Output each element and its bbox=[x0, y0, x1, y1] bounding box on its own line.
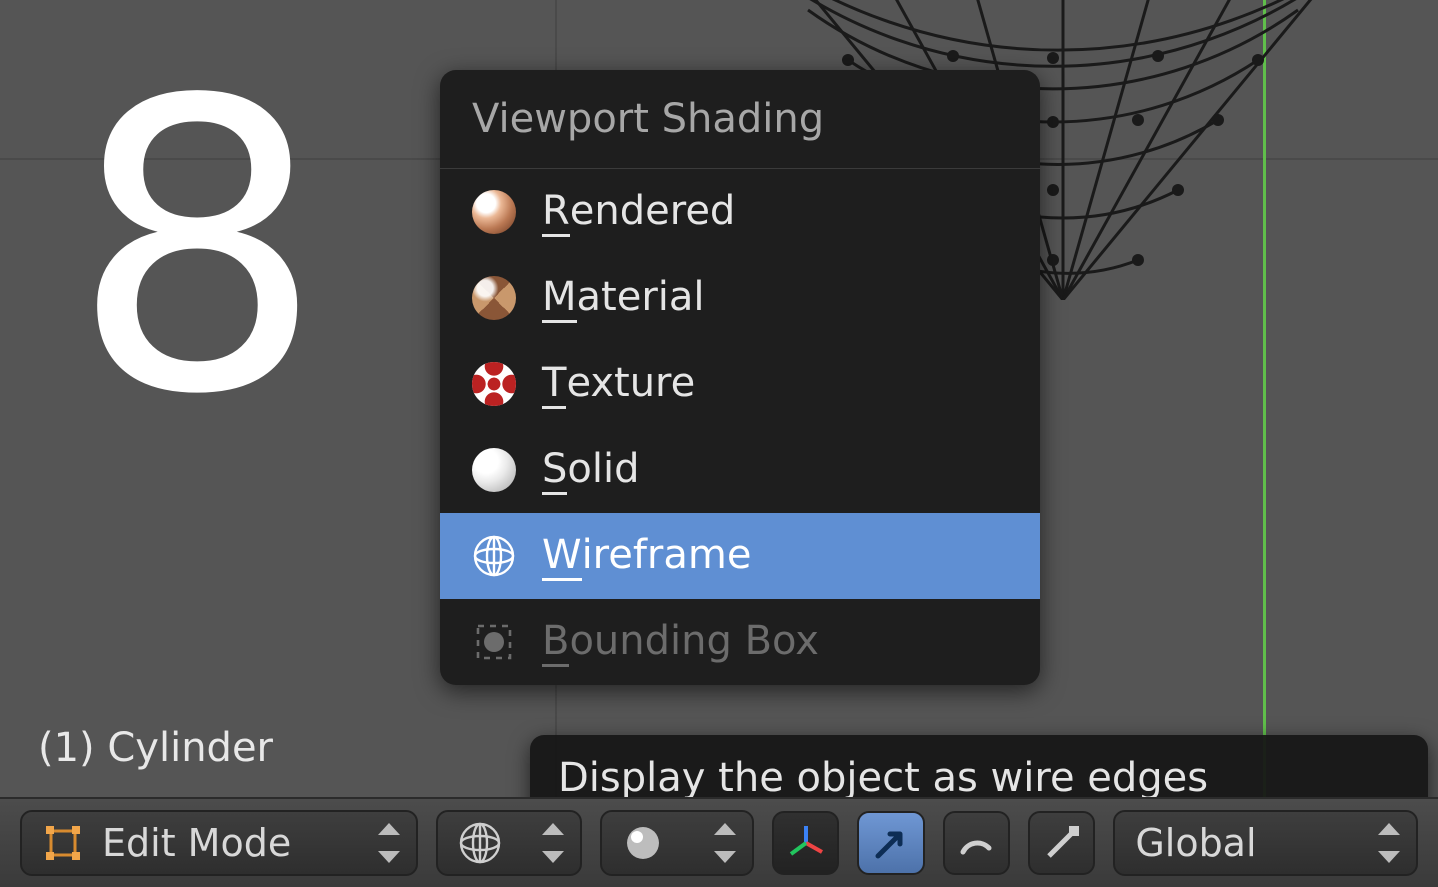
rendered-sphere-icon bbox=[472, 190, 516, 234]
updown-arrows-icon bbox=[714, 823, 736, 863]
header-toolbar: Edit Mode bbox=[0, 797, 1438, 887]
scale-line-icon bbox=[1041, 822, 1083, 864]
orientation-label: Global bbox=[1135, 821, 1256, 865]
transform-orientation-selector[interactable]: Global bbox=[1113, 810, 1418, 876]
menu-item-label: Texture bbox=[542, 360, 695, 409]
axes-icon bbox=[785, 822, 827, 864]
y-axis-line bbox=[1263, 0, 1266, 827]
shading-option-texture[interactable]: Texture bbox=[440, 341, 1040, 427]
shading-option-rendered[interactable]: Rendered bbox=[440, 169, 1040, 255]
active-object-label: (1) Cylinder bbox=[38, 725, 273, 771]
popup-title: Viewport Shading bbox=[440, 70, 1040, 169]
menu-item-label: Bounding Box bbox=[542, 618, 819, 667]
translate-manipulator-button[interactable] bbox=[857, 811, 924, 875]
wireframe-sphere-icon bbox=[472, 534, 516, 578]
viewport-shading-menu: Viewport Shading Rendered Material Textu… bbox=[440, 70, 1040, 685]
scale-manipulator-button[interactable] bbox=[1028, 811, 1095, 875]
rotate-manipulator-button[interactable] bbox=[943, 811, 1010, 875]
updown-arrows-icon bbox=[378, 823, 400, 863]
manipulator-toggle[interactable] bbox=[772, 811, 839, 875]
translate-arrow-icon bbox=[870, 822, 912, 864]
mode-selector[interactable]: Edit Mode bbox=[20, 810, 418, 876]
step-number-overlay: 8 bbox=[70, 70, 325, 430]
bounding-box-icon bbox=[472, 620, 516, 664]
shading-option-material[interactable]: Material bbox=[440, 255, 1040, 341]
edit-mode-icon bbox=[42, 822, 84, 864]
menu-item-label: Solid bbox=[542, 446, 639, 495]
menu-item-label: Material bbox=[542, 274, 705, 323]
pivot-selector[interactable] bbox=[600, 810, 754, 876]
material-sphere-icon bbox=[472, 276, 516, 320]
median-point-icon bbox=[622, 822, 664, 864]
texture-sphere-icon bbox=[472, 362, 516, 406]
rotate-arc-icon bbox=[955, 822, 997, 864]
updown-arrows-icon bbox=[1378, 823, 1400, 863]
shading-option-wireframe[interactable]: Wireframe bbox=[440, 513, 1040, 599]
menu-item-label: Wireframe bbox=[542, 532, 751, 581]
updown-arrows-icon bbox=[542, 823, 564, 863]
shading-option-solid[interactable]: Solid bbox=[440, 427, 1040, 513]
menu-item-label: Rendered bbox=[542, 188, 735, 237]
mode-selector-label: Edit Mode bbox=[102, 821, 291, 865]
shading-option-bounding-box[interactable]: Bounding Box bbox=[440, 599, 1040, 685]
viewport-shading-selector[interactable] bbox=[436, 810, 582, 876]
solid-sphere-icon bbox=[472, 448, 516, 492]
wireframe-sphere-icon bbox=[458, 821, 502, 865]
